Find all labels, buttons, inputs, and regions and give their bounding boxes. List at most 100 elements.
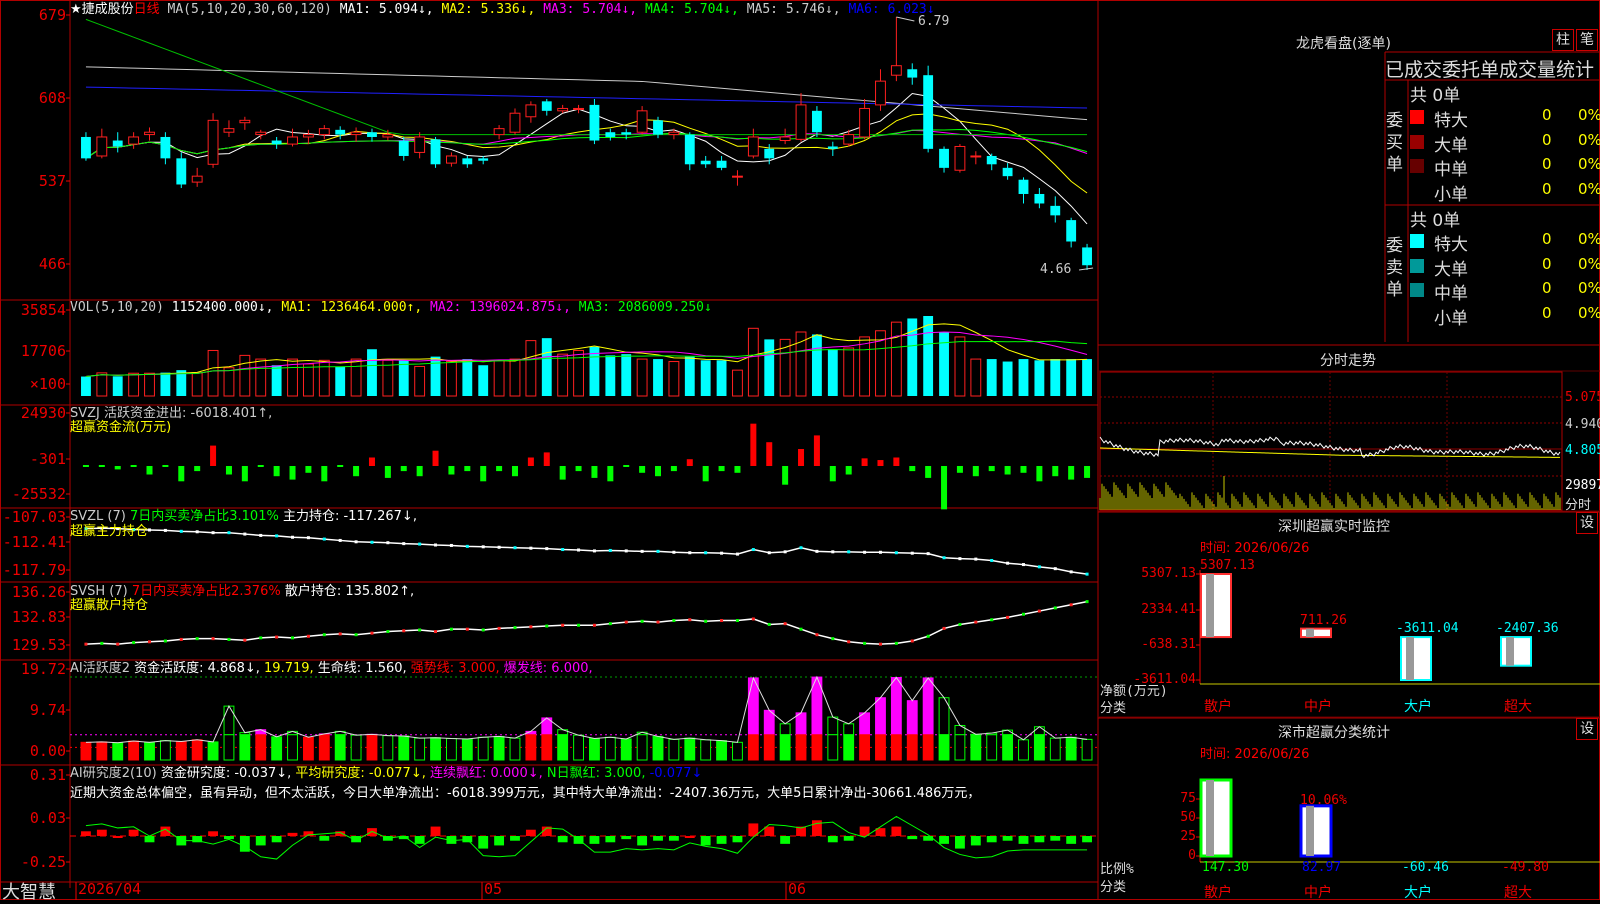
classify-value-label: 82.97 [1302, 860, 1341, 875]
volume-bar [399, 360, 409, 396]
ai2-bar [319, 836, 329, 841]
svzl-point [641, 550, 644, 553]
stock-name[interactable]: ★捷成股份 [70, 2, 134, 17]
candle-body [796, 105, 806, 139]
volume-bar [129, 373, 139, 396]
sell-order-row: 小单00% [1410, 304, 1600, 328]
ai2-bar [653, 836, 663, 841]
svzl-point [339, 539, 342, 542]
ma-line-2 [86, 114, 1087, 193]
monitor-settings-button[interactable]: 设 [1576, 512, 1598, 534]
svzl-point [1022, 563, 1025, 566]
svzj-bar [655, 466, 661, 476]
candle-body [1003, 168, 1013, 176]
svzl-header: SVZL (7) 7日内买卖净占比3.101% 主力持仓: -117.267↓, [70, 509, 417, 524]
candle-body [844, 135, 854, 145]
svzj-bar [274, 466, 280, 476]
candle-body [431, 139, 441, 164]
svsh-axis-tick: 136.26 [0, 584, 66, 600]
tick-view-button[interactable]: 笔 [1576, 29, 1598, 51]
vol-header-item: VOL(5,10,20) [70, 300, 172, 315]
classify-settings-button[interactable]: 设 [1576, 718, 1598, 740]
ai-bar-lower [955, 735, 965, 760]
brand-label: 大智慧 [2, 878, 56, 904]
candle-body [669, 132, 679, 134]
classify-bar-shade [1306, 806, 1314, 856]
candle-body [558, 108, 568, 110]
volume-bar [764, 339, 774, 396]
candle-body [176, 158, 186, 184]
candle-body [1066, 220, 1076, 241]
svzl-point [879, 551, 882, 554]
chart-canvas [0, 0, 1600, 900]
candle-body [494, 129, 504, 135]
monitor-bar-shade [1306, 629, 1314, 637]
volume-bar [478, 365, 488, 396]
svsh-header-item: SVSH (7) [70, 584, 132, 599]
ai2-bar [987, 836, 997, 842]
monitor-time: 时间: 2026/06/26 [1200, 537, 1309, 556]
ai-bar-lower [605, 737, 615, 760]
date-label: 06 [788, 880, 806, 898]
order-count: 0 [1542, 304, 1552, 322]
svsh-point [259, 636, 262, 639]
svsh-point [768, 623, 771, 626]
volume-bar [955, 337, 965, 396]
order-count: 0 [1542, 255, 1552, 273]
svzj-bar [1005, 466, 1011, 475]
order-pct: 0% [1578, 304, 1600, 322]
ai-bar-lower [145, 742, 155, 760]
svzj-bar [369, 458, 375, 467]
volume-bar [844, 348, 854, 396]
candle-body [971, 156, 981, 157]
classify-category-label: 中户 [1304, 882, 1332, 902]
monitor-bar-shade [1206, 574, 1214, 637]
order-pct: 0% [1578, 279, 1600, 297]
ai-bar-lower [971, 735, 981, 760]
ai2-bar [1082, 836, 1092, 842]
volume-ma-line-3 [86, 341, 1087, 376]
svsh-point [561, 624, 564, 627]
ai-bar-lower [431, 738, 441, 760]
volume-bar [971, 359, 981, 396]
svzl-point [958, 557, 961, 560]
svzl-point [482, 545, 485, 548]
ai-bar-lower [701, 740, 711, 760]
volume-bar [669, 362, 679, 396]
svzj-bar [147, 466, 153, 475]
ai-bar-lower [176, 741, 186, 760]
ai2-bar [367, 828, 377, 836]
volume-bar [1034, 360, 1044, 396]
svsh-point [688, 618, 691, 621]
ma-value-1: MA1: 5.094↓, [340, 2, 442, 17]
legend-swatch [1410, 135, 1424, 149]
volume-bar [462, 359, 472, 396]
bar-view-button[interactable]: 柱 [1552, 29, 1574, 51]
ai-bar-upper [1034, 727, 1044, 735]
svzl-point [863, 551, 866, 554]
ai-bar-lower [780, 735, 790, 760]
order-count: 0 [1542, 279, 1552, 297]
volume-bar [256, 359, 266, 396]
buy-order-row: 大单00% [1410, 131, 1600, 155]
svzj-bar [194, 466, 200, 471]
svzl-point [212, 531, 215, 534]
svzj-bar [1068, 466, 1074, 480]
period-label[interactable]: 日线 [134, 2, 160, 17]
svzl-point [243, 533, 246, 536]
svzl-header-item: 主力持仓: -117.267↓, [283, 509, 417, 524]
ai2-bar [224, 836, 234, 839]
svzj-axis-tick: 24930 [0, 405, 66, 421]
ma-line-1 [86, 93, 1087, 223]
classify-y-tick: 0 [1160, 848, 1196, 863]
svsh-point [227, 638, 230, 641]
candle-body [319, 129, 329, 135]
ai-bar-lower [1003, 735, 1013, 760]
classify-category-label: 大户 [1404, 882, 1432, 902]
ai2-bar [510, 836, 520, 841]
ai-header-item: 资金活跃度: 4.868↓, [134, 661, 264, 676]
svsh-point [577, 624, 580, 627]
svsh-point [100, 642, 103, 645]
legend-swatch [1410, 234, 1424, 248]
low-marker: 4.66 [1040, 262, 1071, 277]
